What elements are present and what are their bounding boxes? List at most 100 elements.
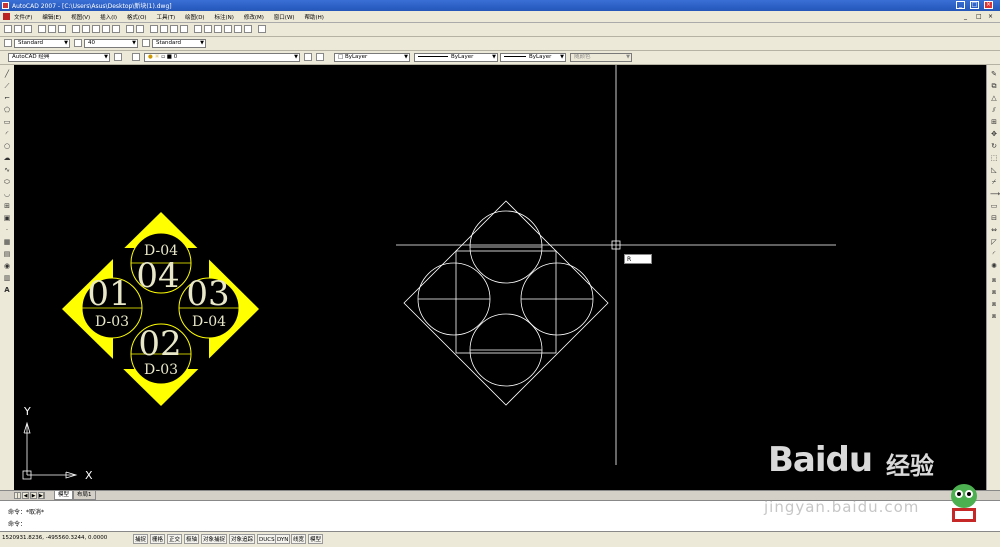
document-icon[interactable] <box>3 13 10 20</box>
plot-preview-icon[interactable] <box>48 25 56 33</box>
menu-dimension[interactable]: 标注(N) <box>215 15 234 21</box>
help-icon[interactable] <box>258 25 266 33</box>
dim-style-icon[interactable] <box>74 39 82 47</box>
draw-order-above-icon[interactable]: ⧈ <box>990 313 998 320</box>
design-center-icon[interactable] <box>204 25 212 33</box>
ortho-toggle[interactable]: 正交 <box>167 534 183 544</box>
draw-order-front-icon[interactable]: ⧈ <box>990 289 998 296</box>
trim-icon[interactable]: ⌿ <box>990 179 998 186</box>
model-space-toggle[interactable]: 模型 <box>308 534 324 544</box>
pan-icon[interactable] <box>150 25 158 33</box>
snap-toggle[interactable]: 捕捉 <box>133 534 149 544</box>
zoom-previous-icon[interactable] <box>180 25 188 33</box>
autocad-app-icon[interactable] <box>2 2 9 9</box>
circle-icon[interactable]: ○ <box>3 143 11 150</box>
menu-draw[interactable]: 绘图(D) <box>185 15 205 21</box>
scale-icon[interactable]: ⬚ <box>990 155 998 162</box>
table-style-select[interactable]: Standard ▼ <box>152 39 206 48</box>
open-icon[interactable] <box>14 25 22 33</box>
menu-format[interactable]: 格式(O) <box>127 15 147 21</box>
match-properties-icon[interactable] <box>102 25 110 33</box>
explode-icon[interactable]: ✺ <box>990 263 998 270</box>
text-style-icon[interactable] <box>4 39 12 47</box>
publish-icon[interactable] <box>58 25 66 33</box>
menu-file[interactable]: 文件(F) <box>14 15 32 21</box>
ducs-toggle[interactable]: DUCS <box>257 534 277 544</box>
region-icon[interactable]: ◉ <box>3 263 11 270</box>
break-icon[interactable]: ⊟ <box>990 215 998 222</box>
chamfer-icon[interactable]: ◸ <box>990 239 998 246</box>
mdi-close-button[interactable]: × <box>988 13 993 20</box>
join-icon[interactable]: ⇔ <box>990 227 998 234</box>
spline-icon[interactable]: ∿ <box>3 167 11 174</box>
dyn-toggle[interactable]: DYN <box>275 534 291 544</box>
otrack-toggle[interactable]: 对象追踪 <box>229 534 256 544</box>
stretch-icon[interactable]: ◺ <box>990 167 998 174</box>
menu-help[interactable]: 帮助(H) <box>304 15 323 21</box>
construction-line-icon[interactable]: ⟋ <box>3 83 11 90</box>
mdi-restore-button[interactable]: □ <box>976 13 982 20</box>
rectangle-icon[interactable]: ▭ <box>3 119 11 126</box>
line-icon[interactable]: ╱ <box>3 71 11 78</box>
sheet-set-icon[interactable] <box>224 25 232 33</box>
text-style-select[interactable]: Standard ▼ <box>14 39 70 48</box>
array-icon[interactable]: ⊞ <box>990 119 998 126</box>
mdi-minimize-button[interactable]: _ <box>964 13 967 20</box>
table-style-icon[interactable] <box>142 39 150 47</box>
make-layer-current-icon[interactable] <box>304 53 312 61</box>
layer-previous-icon[interactable] <box>316 53 324 61</box>
save-icon[interactable] <box>24 25 32 33</box>
plot-icon[interactable] <box>38 25 46 33</box>
offset-icon[interactable]: ⫽ <box>990 107 998 114</box>
workspace-settings-icon[interactable] <box>114 53 122 61</box>
markup-icon[interactable] <box>234 25 242 33</box>
redo-icon[interactable] <box>136 25 144 33</box>
revision-cloud-icon[interactable]: ☁ <box>3 155 11 162</box>
tool-palettes-icon[interactable] <box>214 25 222 33</box>
quickcalc-icon[interactable] <box>244 25 252 33</box>
draw-order-back-icon[interactable]: ⧈ <box>990 301 998 308</box>
rotate-icon[interactable]: ↻ <box>990 143 998 150</box>
point-icon[interactable]: · <box>3 227 11 234</box>
color-select[interactable]: □ ByLayer ▼ <box>334 53 410 62</box>
osnap-toggle[interactable]: 对象捕捉 <box>201 534 228 544</box>
coordinates-readout[interactable]: 1520931.8236, -495560.3244, 0.0000 <box>2 535 107 541</box>
ellipse-icon[interactable]: ⬭ <box>3 179 11 186</box>
table-icon[interactable]: ▥ <box>3 275 11 282</box>
tab-layout1[interactable]: 布局1 <box>73 491 96 500</box>
menu-edit[interactable]: 编辑(E) <box>42 15 61 21</box>
move-icon[interactable]: ✥ <box>990 131 998 138</box>
layer-manager-icon[interactable] <box>132 53 140 61</box>
command-prompt[interactable]: 命令： <box>8 519 26 528</box>
zoom-window-icon[interactable] <box>170 25 178 33</box>
drawing-canvas[interactable]: D-04 04 01 D-03 03 D-04 02 D-03 Y X R <box>14 65 986 490</box>
new-icon[interactable] <box>4 25 12 33</box>
polygon-icon[interactable]: ⬠ <box>3 107 11 114</box>
layer-select[interactable]: ● ☼ ▫ ■ 0 ▼ <box>144 53 300 62</box>
break-at-point-icon[interactable]: ▭ <box>990 203 998 210</box>
copy-object-icon[interactable]: ⧉ <box>990 83 998 90</box>
cut-icon[interactable] <box>72 25 80 33</box>
dim-style-select[interactable]: 40 ▼ <box>84 39 138 48</box>
gradient-icon[interactable]: ▤ <box>3 251 11 258</box>
menu-window[interactable]: 窗口(W) <box>274 15 295 21</box>
menu-insert[interactable]: 插入(I) <box>100 15 117 21</box>
make-block-icon[interactable]: ▣ <box>3 215 11 222</box>
undo-icon[interactable] <box>126 25 134 33</box>
polar-toggle[interactable]: 极轴 <box>184 534 200 544</box>
copy-icon[interactable] <box>82 25 90 33</box>
command-window[interactable]: 命令：*取消* 命令： <box>0 500 1000 531</box>
draw-order-icon[interactable]: ⧈ <box>990 277 998 284</box>
extend-icon[interactable]: ⟶ <box>990 191 1000 198</box>
tab-next-button[interactable]: ▶ <box>30 492 37 499</box>
tab-first-button[interactable]: |◀ <box>14 492 21 506</box>
block-editor-icon[interactable] <box>112 25 120 33</box>
grid-toggle[interactable]: 栅格 <box>150 534 166 544</box>
tab-last-button[interactable]: ▶| <box>38 492 45 499</box>
menu-tools[interactable]: 工具(T) <box>156 15 175 21</box>
minimize-button[interactable]: _ <box>956 1 965 9</box>
yellow-block[interactable]: D-04 04 01 D-03 03 D-04 02 D-03 <box>62 212 259 406</box>
paste-icon[interactable] <box>92 25 100 33</box>
tab-model[interactable]: 模型 <box>54 491 74 500</box>
ellipse-arc-icon[interactable]: ◡ <box>3 191 11 198</box>
